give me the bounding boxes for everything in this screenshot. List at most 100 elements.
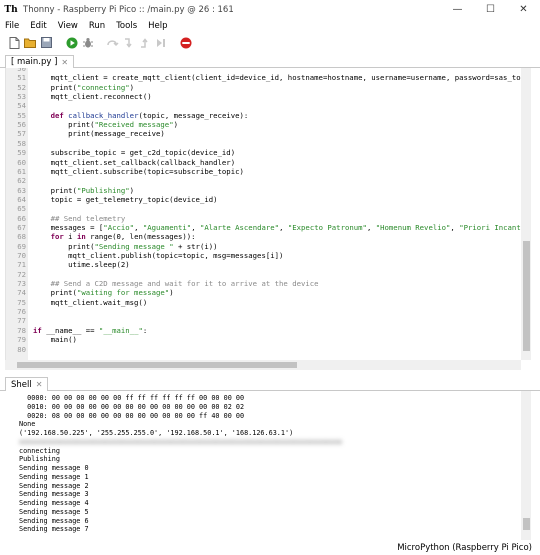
shell-output-line: Sending message 0	[19, 464, 89, 472]
interpreter-label[interactable]: MicroPython (Raspberry Pi Pico)	[397, 543, 532, 553]
code-line[interactable]: 63 print("Publishing")	[6, 186, 526, 196]
editor-vertical-scrollbar[interactable]	[521, 68, 531, 360]
code-line[interactable]: 56 print("Received message")	[6, 120, 526, 130]
code-line[interactable]: 76	[6, 307, 526, 317]
code-text: print("Sending message " + str(i))	[33, 241, 218, 251]
step-into-icon[interactable]	[122, 36, 135, 49]
code-line[interactable]: 60 mqtt_client.set_callback(callback_han…	[6, 158, 526, 168]
shell-vertical-scrollbar[interactable]	[521, 391, 531, 540]
menu-help[interactable]: Help	[143, 21, 173, 31]
code-line[interactable]: 53 mqtt_client.reconnect()	[6, 92, 526, 102]
line-number: 55	[17, 110, 26, 120]
code-text: utime.sleep(2)	[33, 260, 130, 270]
menu-view[interactable]: View	[53, 21, 84, 31]
tab-label: [ main.py ]	[11, 57, 58, 67]
code-line[interactable]: 80	[6, 345, 526, 355]
code-text: if __name__ == "__main__":	[33, 325, 148, 335]
shell-output-line: 0010: 00 00 00 00 00 00 00 00 00 00 00 0…	[19, 402, 245, 411]
code-editor[interactable]: 50 51 mqtt_client = create_mqtt_client(cl…	[5, 68, 531, 360]
code-line[interactable]: 68 for i in range(0, len(messages)):	[6, 232, 526, 242]
line-number: 65	[17, 204, 26, 214]
redacted-output-line: xxxxxxxxxxxxxxxxxxxxxxxxxxxxxxxxxxxxxxxx…	[19, 437, 343, 446]
close-icon[interactable]: ✕	[36, 380, 43, 389]
new-file-icon[interactable]	[8, 36, 21, 49]
line-number: 59	[17, 148, 26, 158]
line-number: 74	[17, 288, 26, 298]
code-line[interactable]: 64 topic = get_telemetry_topic(device_id…	[6, 195, 526, 205]
line-number: 77	[17, 316, 26, 326]
shell-output-line: Sending message 5	[19, 507, 89, 516]
code-line[interactable]: 58	[6, 139, 526, 149]
resume-icon[interactable]	[154, 36, 167, 49]
line-number: 54	[17, 101, 26, 111]
code-text: mqtt_client = create_mqtt_client(client_…	[33, 73, 521, 83]
maximize-button[interactable]: ☐	[474, 0, 507, 19]
shell-output-line: Sending message 3	[19, 490, 89, 499]
menu-edit[interactable]: Edit	[25, 21, 52, 31]
scrollbar-thumb[interactable]	[17, 362, 297, 368]
code-line[interactable]: 75 mqtt_client.wait_msg()	[6, 298, 526, 308]
code-line[interactable]: 74 print("waiting for message")	[6, 288, 526, 298]
run-icon[interactable]	[65, 36, 78, 49]
shell-console[interactable]: 0000: 00 00 00 00 00 00 ff ff ff ff ff f…	[5, 391, 531, 540]
code-text: print("waiting for message")	[33, 288, 174, 298]
window-controls: — ☐ ✕	[441, 0, 540, 19]
code-text: mqtt_client.publish(topic=topic, msg=mes…	[33, 251, 284, 260]
line-number: 80	[17, 344, 26, 354]
code-line[interactable]: 67 messages = ["Accio", "Aguamenti", "Al…	[6, 223, 526, 233]
close-icon[interactable]: ✕	[61, 58, 68, 67]
save-file-icon[interactable]	[40, 36, 53, 49]
scrollbar-thumb[interactable]	[523, 518, 530, 530]
shell-output-line: ('192.168.50.225', '255.255.255.0', '192…	[19, 429, 294, 437]
code-line[interactable]: 57 print(message_receive)	[6, 129, 526, 139]
code-line[interactable]: 73 ## Send a C2D message and wait for it…	[6, 279, 526, 289]
step-out-icon[interactable]	[138, 36, 151, 49]
menu-bar: File Edit View Run Tools Help	[0, 19, 540, 33]
shell-output-line: Sending message 6	[19, 516, 89, 525]
step-over-icon[interactable]	[106, 36, 119, 49]
code-line[interactable]: 51 mqtt_client = create_mqtt_client(clie…	[6, 73, 526, 83]
code-line[interactable]: 71 utime.sleep(2)	[6, 260, 526, 270]
open-file-icon[interactable]	[24, 36, 37, 49]
code-line[interactable]: 66 ## Send telemetry	[6, 214, 526, 224]
code-line[interactable]: 62	[6, 176, 526, 186]
code-line[interactable]: 55 def callback_handler(topic, message_r…	[6, 111, 526, 121]
scrollbar-thumb[interactable]	[523, 241, 530, 351]
stop-icon[interactable]	[179, 36, 192, 49]
line-number: 58	[17, 138, 26, 148]
line-number: 56	[17, 120, 26, 130]
menu-tools[interactable]: Tools	[111, 21, 143, 31]
menu-file[interactable]: File	[0, 21, 25, 31]
code-line[interactable]: 54	[6, 101, 526, 111]
editor-horizontal-scrollbar[interactable]	[5, 360, 521, 370]
status-bar: MicroPython (Raspberry Pi Pico)	[0, 540, 540, 555]
code-line[interactable]: 65	[6, 204, 526, 214]
code-line[interactable]: 61 mqtt_client.subscribe(topic=subscribe…	[6, 167, 526, 177]
debug-icon[interactable]	[81, 36, 94, 49]
code-text: print("connecting")	[33, 82, 135, 92]
code-line[interactable]: 52 print("connecting")	[6, 83, 526, 93]
code-line[interactable]: 69 print("Sending message " + str(i))	[6, 242, 526, 252]
code-line[interactable]: 72	[6, 270, 526, 280]
code-line[interactable]: 59 subscribe_topic = get_c2d_topic(devic…	[6, 148, 526, 158]
tab-shell[interactable]: Shell ✕	[5, 377, 49, 391]
minimize-button[interactable]: —	[441, 0, 474, 19]
line-number: 69	[17, 241, 26, 251]
code-text: print(message_receive)	[33, 129, 165, 139]
code-line[interactable]: 77	[6, 316, 526, 326]
close-window-button[interactable]: ✕	[507, 0, 540, 19]
shell-output-line: 0000: 00 00 00 00 00 00 ff ff ff ff ff f…	[19, 394, 245, 402]
line-number: 64	[17, 194, 26, 204]
code-line[interactable]: 78 if __name__ == "__main__":	[6, 326, 526, 336]
line-number: 67	[17, 222, 26, 232]
code-text: ## Send a C2D message and wait for it to…	[33, 279, 319, 289]
line-number: 60	[17, 157, 26, 167]
code-line[interactable]: 70 mqtt_client.publish(topic=topic, msg=…	[6, 251, 526, 261]
thonny-logo-icon: Th	[4, 4, 18, 15]
code-line[interactable]: 79 main()	[6, 335, 526, 345]
menu-run[interactable]: Run	[84, 21, 111, 31]
line-number: 79	[17, 335, 26, 345]
line-number: 71	[17, 260, 26, 270]
tab-main-py[interactable]: [ main.py ] ✕	[5, 55, 75, 68]
shell-tab-bar: Shell ✕	[0, 377, 540, 391]
